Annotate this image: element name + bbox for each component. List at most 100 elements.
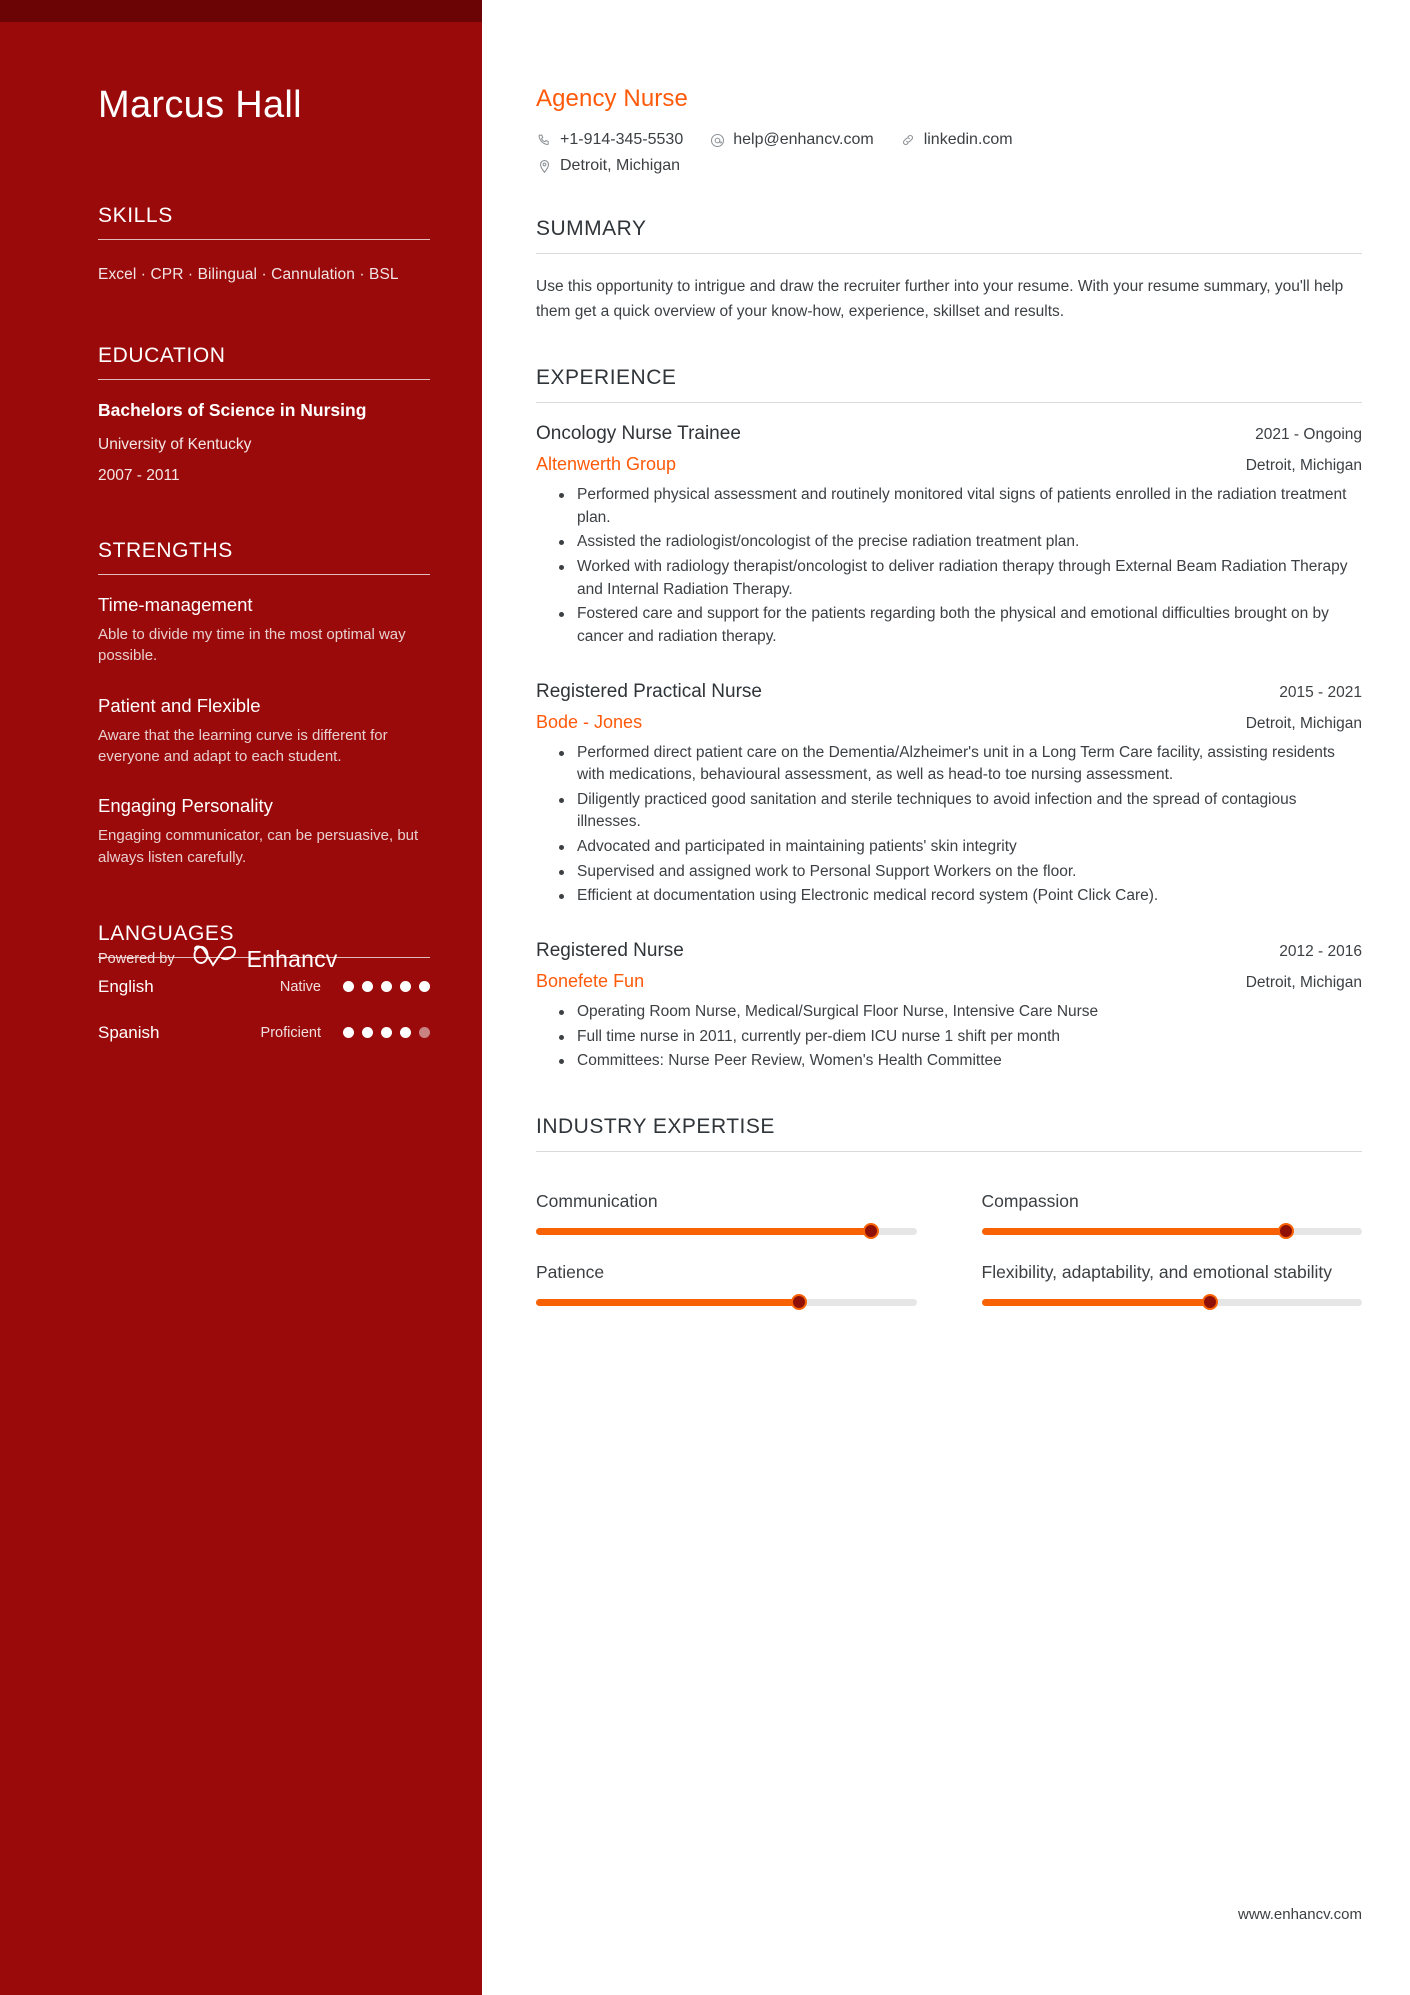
strengths-section: STRENGTHS Time-management Able to divide… [98,539,430,868]
experience-role: Oncology Nurse Trainee [536,423,741,445]
contact-row-primary: +1-914-345-5530 help@enhancv.com linkedi… [536,131,1362,149]
bullet-item: Fostered care and support for the patien… [557,603,1362,648]
language-rating-dots [343,1027,430,1039]
rating-dot-filled [381,1027,392,1039]
language-item: English Native [98,977,430,997]
sidebar: Marcus Hall SKILLS Excel · CPR · Bilingu… [0,0,482,1995]
sidebar-top-band [0,0,482,22]
language-name: Spanish [98,1022,160,1042]
experience-location: Detroit, Michigan [1245,457,1362,475]
strengths-heading: STRENGTHS [98,539,233,563]
experience-bullets: Performed direct patient care on the Dem… [536,742,1362,908]
summary-text: Use this opportunity to intrigue and dra… [536,278,1344,321]
strength-title: Time-management [98,594,253,616]
experience-dates: 2012 - 2016 [1279,942,1362,960]
bullet-item: Performed physical assessment and routin… [557,484,1362,529]
skills-list: Excel · CPR · Bilingual · Cannulation · … [98,265,399,283]
strength-title: Engaging Personality [98,795,273,817]
email-icon [709,132,725,148]
rating-dot-filled [343,1027,354,1039]
experience-company: Bode - Jones [536,711,643,732]
strength-item: Patient and Flexible Aware that the lear… [98,695,430,768]
contact-phone[interactable]: +1-914-345-5530 [536,131,683,149]
education-dates: 2007 - 2011 [98,467,180,485]
contact-linkedin[interactable]: linkedin.com [900,131,1013,149]
expertise-heading: INDUSTRY EXPERTISE [536,1114,775,1138]
contact-location: Detroit, Michigan [536,157,680,175]
slider-knob[interactable] [1201,1294,1218,1311]
website-url: www.enhancv.com [1238,1906,1362,1923]
education-school: University of Kentucky [98,436,252,454]
skills-heading: SKILLS [98,203,173,227]
candidate-name: Marcus Hall [98,84,302,126]
bullet-item: Efficient at documentation using Electro… [557,885,1362,908]
summary-section: SUMMARY Use this opportunity to intrigue… [536,217,1362,324]
expertise-label: Communication [536,1190,658,1211]
expertise-divider [536,1150,1362,1152]
phone-icon [536,132,552,148]
slider-knob[interactable] [790,1294,807,1311]
expertise-slider[interactable] [536,1294,917,1311]
skills-section: SKILLS Excel · CPR · Bilingual · Cannula… [98,204,430,291]
bullet-item: Committees: Nurse Peer Review, Women's H… [557,1050,1362,1073]
expertise-slider[interactable] [981,1223,1362,1240]
language-level: Native [279,978,321,995]
experience-heading: EXPERIENCE [536,366,677,390]
education-section: EDUCATION Bachelors of Science in Nursin… [98,344,430,485]
experience-entry: Registered Nurse 2012 - 2016 Bonefete Fu… [536,940,1362,1073]
enhancv-wordmark: Enhancv [246,945,338,972]
experience-role: Registered Practical Nurse [536,680,762,702]
rating-dot-filled [343,981,354,993]
slider-fill [981,1298,1210,1306]
expertise-item: Compassion [981,1172,1362,1240]
slider-knob[interactable] [1277,1223,1294,1240]
rating-dot-filled [381,981,392,993]
bullet-item: Performed direct patient care on the Dem… [557,742,1362,787]
slider-fill [981,1227,1286,1235]
rating-dot-filled [362,981,373,993]
strengths-divider [98,574,430,576]
experience-location: Detroit, Michigan [1245,973,1362,991]
experience-dates: 2021 - Ongoing [1255,426,1362,444]
experience-location: Detroit, Michigan [1245,714,1362,732]
powered-by-label: Powered by [98,951,175,968]
bullet-item: Supervised and assigned work to Personal… [557,861,1362,884]
expertise-label: Patience [536,1261,605,1282]
bullet-item: Diligently practiced good sanitation and… [557,789,1362,834]
enhancv-mark-icon [192,944,238,975]
experience-company: Altenwerth Group [536,454,677,475]
bullet-item: Full time nurse in 2011, currently per-d… [557,1026,1362,1049]
bullet-item: Advocated and participated in maintainin… [557,836,1362,859]
education-divider [98,379,430,381]
expertise-item: Patience [536,1243,917,1311]
experience-role: Registered Nurse [536,939,684,961]
expertise-label: Compassion [981,1190,1079,1211]
powered-by-footer: Powered by Enhancv [98,944,338,975]
experience-dates: 2015 - 2021 [1279,683,1362,701]
bullet-item: Worked with radiology therapist/oncologi… [557,556,1362,601]
contact-linkedin-text: linkedin.com [923,131,1013,148]
contact-location-text: Detroit, Michigan [560,157,681,174]
slider-knob[interactable] [862,1223,879,1240]
language-rating-dots [343,981,430,993]
contact-info: +1-914-345-5530 help@enhancv.com linkedi… [536,131,1362,175]
expertise-slider[interactable] [536,1223,917,1240]
strength-description: Engaging communicator, can be persuasive… [98,827,419,866]
experience-divider [536,402,1362,404]
language-item: Spanish Proficient [98,1023,430,1043]
experience-entry: Registered Practical Nurse 2015 - 2021 B… [536,681,1362,908]
skills-divider [98,238,430,240]
experience-company: Bonefete Fun [536,970,645,991]
rating-dot-filled [400,1027,411,1039]
contact-phone-text: +1-914-345-5530 [560,131,684,148]
slider-fill [536,1227,871,1235]
location-icon [536,158,552,174]
contact-email[interactable]: help@enhancv.com [709,131,874,149]
rating-dot-empty [419,1027,430,1039]
expertise-slider[interactable] [981,1294,1362,1311]
job-title: Agency Nurse [536,85,688,112]
resume-page: Marcus Hall SKILLS Excel · CPR · Bilingu… [0,0,1410,1995]
strength-title: Patient and Flexible [98,694,261,716]
rating-dot-filled [362,1027,373,1039]
expertise-item: Flexibility, adaptability, and emotional… [981,1243,1362,1311]
